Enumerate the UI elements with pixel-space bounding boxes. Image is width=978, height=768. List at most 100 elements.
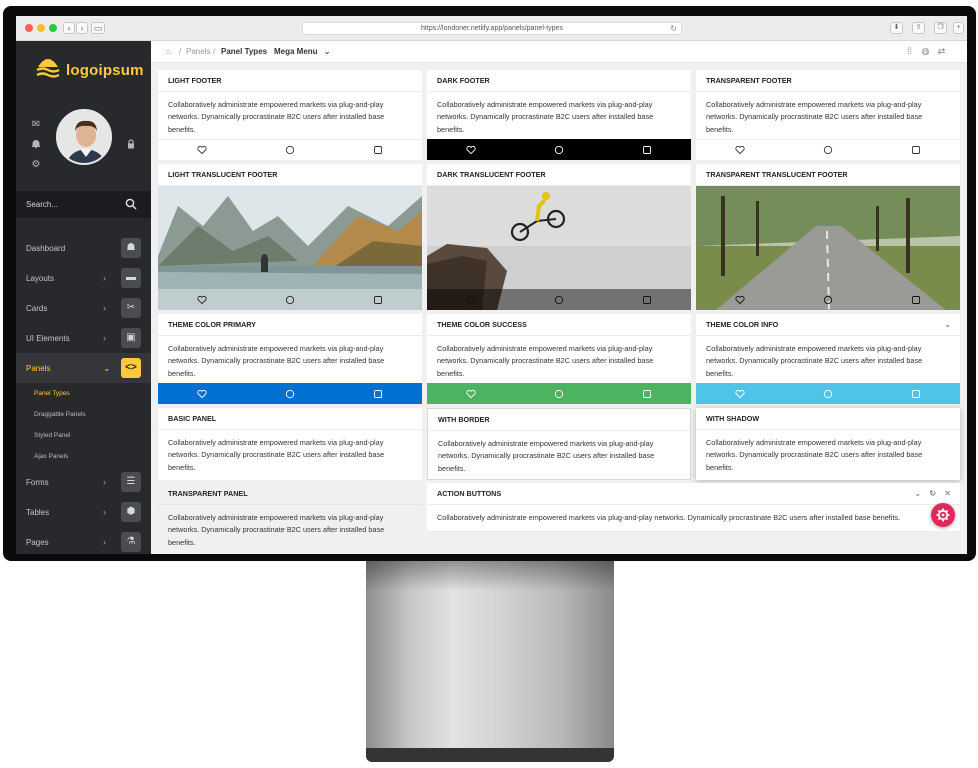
brand-logo[interactable]: logoipsum xyxy=(36,57,144,83)
square-icon[interactable] xyxy=(872,140,960,160)
refresh-icon[interactable]: ↻ xyxy=(929,489,936,498)
circle-icon[interactable] xyxy=(246,383,334,404)
sidebar-subitem-label: Draggable Panels xyxy=(34,411,86,418)
mail-icon[interactable]: ✉ xyxy=(30,119,42,130)
chevron-right-icon: › xyxy=(103,303,106,313)
sidebar-item-layouts[interactable]: Layouts › ▬ xyxy=(16,263,151,293)
panel-title: BASIC PANEL xyxy=(158,408,422,430)
heart-icon[interactable] xyxy=(696,140,784,160)
mega-menu-label: Mega Menu xyxy=(274,47,318,56)
apps-grid-icon[interactable]: ⁞⁞ xyxy=(904,46,915,57)
heart-icon[interactable] xyxy=(158,289,246,310)
home-icon[interactable]: ⌂ xyxy=(166,47,171,56)
sidebar-subitem-ajax-panels[interactable]: Ajax Panels xyxy=(16,446,151,467)
sidebar-subitem-panel-types[interactable]: Panel Types xyxy=(16,383,151,404)
sidebar-item-label: UI Elements xyxy=(26,333,70,343)
url-text: https://londoner.netlify.app/panels/pane… xyxy=(421,25,563,32)
square-icon[interactable] xyxy=(603,139,691,160)
sidebar-item-label: Layouts xyxy=(26,273,55,283)
back-button[interactable]: ‹ xyxy=(63,22,75,34)
flask-icon: ⚗ xyxy=(121,532,141,552)
lock-icon[interactable] xyxy=(125,139,137,152)
square-icon[interactable] xyxy=(603,383,691,404)
search-icon[interactable] xyxy=(125,198,137,210)
circle-icon[interactable] xyxy=(515,383,603,404)
new-tab-icon[interactable]: + xyxy=(953,22,964,34)
url-bar[interactable]: https://londoner.netlify.app/panels/pane… xyxy=(302,22,682,35)
download-icon[interactable]: ⬇ xyxy=(890,22,903,34)
sidebar-search xyxy=(16,191,151,218)
breadcrumb-panels[interactable]: Panels xyxy=(186,47,210,56)
sidebar-item-dashboard[interactable]: Dashboard ☗ xyxy=(16,233,151,263)
close-window-button[interactable] xyxy=(25,24,33,32)
circle-icon[interactable] xyxy=(784,289,872,310)
sidebar-item-forms[interactable]: Forms › ☰ xyxy=(16,467,151,497)
panel-body: Collaboratively administrate empowered m… xyxy=(706,438,923,472)
circle-icon[interactable] xyxy=(784,140,872,160)
panel-body: Collaboratively administrate empowered m… xyxy=(706,100,923,134)
heart-icon[interactable] xyxy=(696,289,784,310)
sidebar-toggle-icon[interactable]: ▭ xyxy=(91,22,105,34)
panel-title: WITH SHADOW xyxy=(696,408,960,430)
panel-footer xyxy=(696,139,960,160)
globe-icon[interactable]: ◍ xyxy=(920,46,931,57)
forward-button[interactable]: › xyxy=(76,22,88,34)
sidebar-item-ui-elements[interactable]: UI Elements › ▣ xyxy=(16,323,151,353)
bell-icon[interactable] xyxy=(30,139,42,152)
square-icon[interactable] xyxy=(334,140,422,160)
panel-title: LIGHT FOOTER xyxy=(158,70,422,92)
square-icon[interactable] xyxy=(334,383,422,404)
gear-icon xyxy=(936,508,950,522)
sidebar-item-cards[interactable]: Cards › ✂ xyxy=(16,293,151,323)
mega-menu-button[interactable]: Mega Menu ⌄ xyxy=(274,47,331,56)
search-input[interactable] xyxy=(26,197,121,212)
heart-icon[interactable] xyxy=(427,383,515,404)
square-icon[interactable] xyxy=(872,383,960,404)
panel-title: TRANSPARENT TRANSLUCENT FOOTER xyxy=(696,164,960,186)
circle-icon[interactable] xyxy=(784,383,872,404)
breadcrumb-current: Panel Types xyxy=(221,47,268,56)
collapse-icon[interactable]: ⌄ xyxy=(914,489,921,498)
sliders-icon: ☰ xyxy=(121,472,141,492)
gear-icon[interactable]: ⚙ xyxy=(30,159,42,170)
settings-fab[interactable] xyxy=(931,503,955,527)
tabs-icon[interactable]: ❐ xyxy=(934,22,947,34)
monitor-stand-base xyxy=(366,748,614,762)
close-icon[interactable]: ✕ xyxy=(944,489,951,498)
panel-body: Collaboratively administrate empowered m… xyxy=(437,513,901,522)
panel-title: THEME COLOR INFO ⌄ xyxy=(696,314,960,336)
sidebar-subitem-draggable-panels[interactable]: Draggable Panels xyxy=(16,404,151,425)
sidebar-item-pages[interactable]: Pages › ⚗ xyxy=(16,527,151,554)
heart-icon[interactable] xyxy=(427,139,515,160)
chevron-down-icon[interactable]: ⌄ xyxy=(944,314,951,336)
circle-icon[interactable] xyxy=(246,140,334,160)
heart-icon[interactable] xyxy=(696,383,784,404)
square-icon[interactable] xyxy=(872,289,960,310)
square-icon[interactable] xyxy=(334,289,422,310)
share-icon[interactable]: ⇧ xyxy=(912,22,925,34)
square-icon[interactable] xyxy=(603,289,691,310)
panel-actions: ⌄ ↻ ✕ xyxy=(914,483,951,505)
main-content: LIGHT FOOTER Collaboratively administrat… xyxy=(151,63,967,554)
browser-toolbar: ‹ › ▭ https://londoner.netlify.app/panel… xyxy=(16,16,967,41)
reload-icon[interactable]: ↻ xyxy=(670,23,677,35)
minimize-window-button[interactable] xyxy=(37,24,45,32)
panel-light-footer: LIGHT FOOTER Collaboratively administrat… xyxy=(158,70,422,160)
sidebar-subitem-styled-panel[interactable]: Styled Panel xyxy=(16,425,151,446)
circle-icon[interactable] xyxy=(515,289,603,310)
sidebar-item-panels[interactable]: Panels ⌄ <> xyxy=(16,353,151,383)
panel-footer xyxy=(427,139,691,160)
swap-icon[interactable]: ⇄ xyxy=(936,46,947,57)
zoom-window-button[interactable] xyxy=(49,24,57,32)
scissors-icon: ✂ xyxy=(121,298,141,318)
circle-icon[interactable] xyxy=(246,289,334,310)
panel-footer xyxy=(696,383,960,404)
heart-icon[interactable] xyxy=(427,289,515,310)
heart-icon[interactable] xyxy=(158,383,246,404)
sidebar-item-tables[interactable]: Tables › ⬢ xyxy=(16,497,151,527)
user-avatar[interactable] xyxy=(56,109,112,165)
sidebar-item-label: Pages xyxy=(26,537,49,547)
heart-icon[interactable] xyxy=(158,140,246,160)
panel-body: Collaboratively administrate empowered m… xyxy=(168,438,385,472)
circle-icon[interactable] xyxy=(515,139,603,160)
